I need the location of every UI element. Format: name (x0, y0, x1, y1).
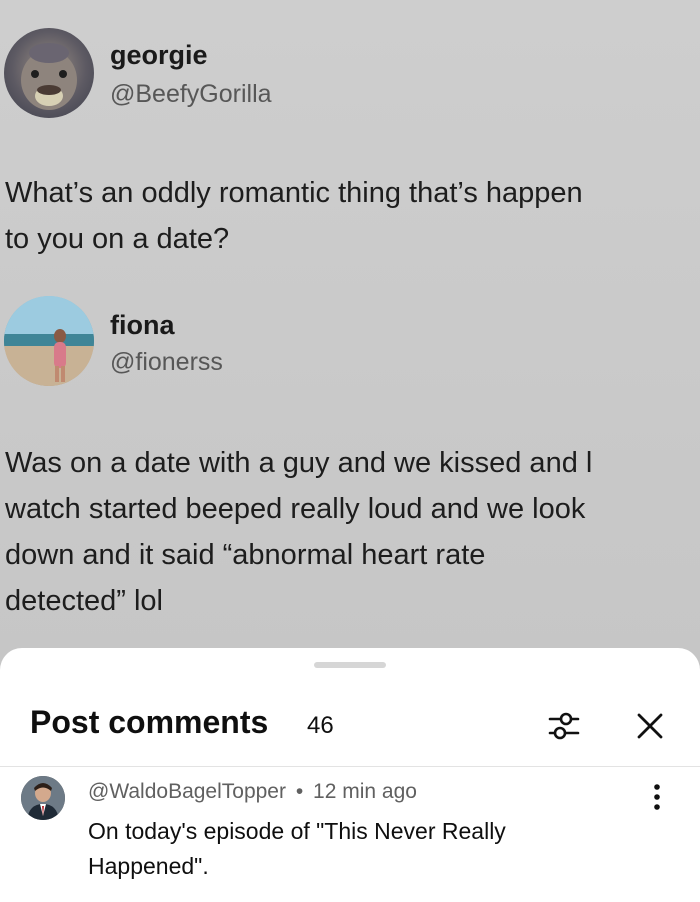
person-photo-icon (21, 776, 65, 820)
bird-photo-icon (21, 43, 77, 110)
reply-text-line: down and it said “abnormal heart rate (5, 539, 486, 571)
close-button[interactable] (626, 702, 674, 750)
comment-text: On today's episode of "This Never Really… (88, 818, 506, 879)
comment-more-button[interactable] (640, 780, 674, 814)
commenter-handle[interactable]: @WaldoBagelTopper (88, 780, 286, 803)
tweet-author-name: georgie (110, 40, 208, 70)
reply-author-name: fiona (110, 310, 175, 340)
reply-text-line: Was on a date with a guy and we kissed a… (5, 447, 593, 479)
sort-filter-button[interactable] (540, 702, 588, 750)
comment-time: 12 min ago (313, 780, 417, 803)
comment-meta: @WaldoBagelTopper • 12 min ago (88, 780, 417, 804)
comment-count: 46 (307, 712, 334, 739)
sheet-divider (0, 766, 700, 767)
fiona-avatar (4, 296, 94, 386)
comments-sheet: Post comments 46 @WaldoBagelTopper • 12 … (0, 648, 700, 902)
sheet-drag-handle[interactable] (314, 662, 386, 668)
reply-text-line: detected” lol (5, 585, 163, 617)
reply-text-line: watch started beeped really loud and we … (5, 493, 586, 525)
tweet-author-handle: @BeefyGorilla (110, 80, 272, 108)
close-icon (637, 713, 663, 739)
sliders-icon (548, 712, 580, 740)
tweet-screenshot: georgie @BeefyGorilla What’s an oddly ro… (0, 0, 700, 680)
sheet-title: Post comments (30, 704, 269, 740)
reply-author-handle: @fionerss (110, 348, 223, 376)
beach-photo-icon (4, 296, 94, 386)
commenter-avatar[interactable] (21, 776, 65, 820)
tweet-text-line: What’s an oddly romantic thing that’s ha… (5, 177, 583, 209)
meta-separator: • (295, 780, 304, 803)
georgie-avatar (4, 28, 94, 118)
tweet-text-line: to you on a date? (5, 223, 230, 255)
more-vertical-icon (654, 784, 660, 810)
